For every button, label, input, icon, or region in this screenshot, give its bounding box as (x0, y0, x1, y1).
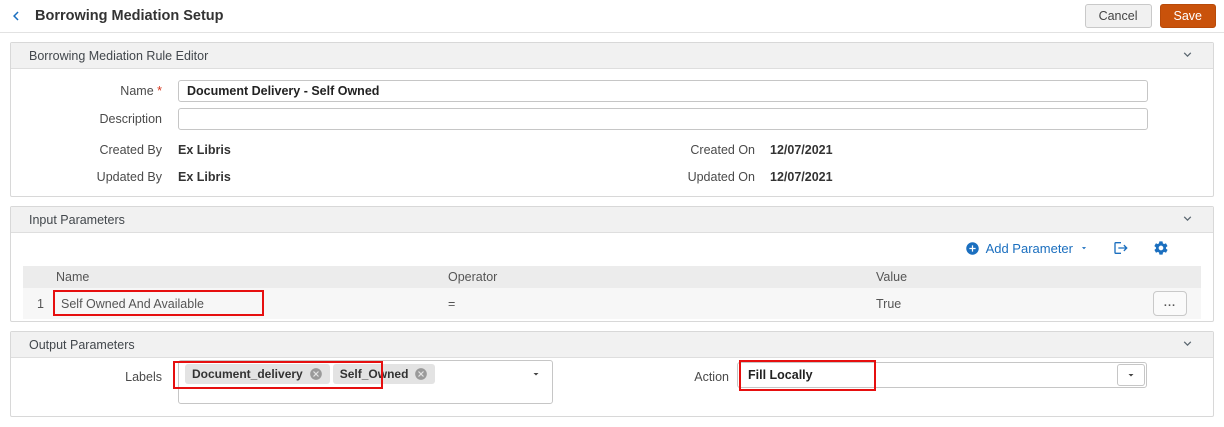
chevron-down-icon (1079, 243, 1089, 253)
column-header-actions (1139, 266, 1203, 288)
add-parameter-button[interactable]: Add Parameter (965, 241, 1089, 256)
description-row: Description (11, 108, 1213, 130)
labels-chip-row: Document_delivery Self_Owned (179, 361, 552, 386)
dropdown-caret-icon[interactable] (1117, 364, 1145, 386)
row-operator-value: = (448, 288, 876, 319)
table-header-row: Name Operator Value (23, 266, 1201, 288)
chevron-down-icon[interactable] (1180, 47, 1195, 65)
label-chip-text: Self_Owned (340, 367, 409, 381)
add-parameter-label: Add Parameter (986, 241, 1073, 256)
cancel-button[interactable]: Cancel (1085, 4, 1152, 28)
description-input[interactable] (178, 108, 1148, 130)
input-parameters-panel-header[interactable]: Input Parameters (11, 207, 1213, 233)
label-chip: Self_Owned (333, 364, 436, 384)
table-row: 1 Self Owned And Available = True ... (23, 288, 1201, 319)
created-by-label: Created By (11, 143, 178, 157)
chevron-down-icon[interactable] (1180, 211, 1195, 229)
page-title: Borrowing Mediation Setup (35, 8, 224, 24)
name-input[interactable] (178, 80, 1148, 102)
rule-editor-panel: Borrowing Mediation Rule Editor Name * D… (10, 42, 1214, 197)
rule-editor-panel-header[interactable]: Borrowing Mediation Rule Editor (11, 43, 1213, 69)
chip-remove-icon[interactable] (309, 367, 323, 381)
column-header-operator: Operator (448, 266, 876, 288)
labels-input-area[interactable] (179, 386, 552, 403)
chip-remove-icon[interactable] (414, 367, 428, 381)
rule-editor-panel-title: Borrowing Mediation Rule Editor (29, 49, 208, 63)
rule-editor-panel-body: Name * Description Created By Ex Libris … (11, 69, 1213, 196)
chevron-down-icon[interactable] (1180, 336, 1195, 354)
row-value: True (876, 288, 1139, 319)
output-parameters-panel-header[interactable]: Output Parameters (11, 332, 1213, 358)
output-parameters-panel: Output Parameters Labels Document_delive… (10, 331, 1214, 417)
add-icon (965, 241, 980, 256)
input-parameters-toolbar: Add Parameter (11, 233, 1213, 261)
updated-on-value: 12/07/2021 (770, 170, 833, 184)
input-parameters-panel: Input Parameters Add Parameter Name Oper… (10, 206, 1214, 322)
action-label: Action (553, 360, 737, 384)
name-row: Name * (11, 80, 1213, 102)
output-field: Document_delivery Self_Owned (178, 360, 1213, 404)
row-name-value: Self Owned And Available (61, 297, 204, 311)
top-bar-left: Borrowing Mediation Setup (6, 6, 224, 26)
output-row: Labels Document_delivery Self_Owned (11, 360, 1213, 404)
parameters-table: Name Operator Value 1 Self Owned And Ava… (23, 266, 1201, 319)
name-label-text: Name (120, 84, 153, 98)
updated-on-label: Updated On (678, 170, 755, 184)
dropdown-caret-icon[interactable] (530, 368, 542, 380)
updated-by-label: Updated By (11, 170, 178, 184)
output-parameters-panel-title: Output Parameters (29, 338, 135, 352)
label-chip: Document_delivery (185, 364, 330, 384)
labels-multiselect[interactable]: Document_delivery Self_Owned (178, 360, 553, 404)
row-name-cell: Self Owned And Available (56, 288, 448, 319)
save-button[interactable]: Save (1160, 4, 1217, 28)
created-field: Ex Libris Created On 12/07/2021 (178, 143, 1213, 157)
action-select[interactable]: Fill Locally (737, 362, 1147, 388)
export-icon[interactable] (1113, 240, 1129, 256)
column-header-value: Value (876, 266, 1139, 288)
labels-label: Labels (11, 360, 178, 404)
created-on-value: 12/07/2021 (770, 143, 833, 157)
created-by-value: Ex Libris (178, 143, 678, 157)
action-value: Fill Locally (738, 368, 1117, 382)
updated-row: Updated By Ex Libris Updated On 12/07/20… (11, 170, 1213, 184)
back-icon[interactable] (6, 6, 26, 26)
required-asterisk: * (157, 84, 162, 98)
updated-by-value: Ex Libris (178, 170, 678, 184)
header-index-spacer (23, 266, 56, 288)
column-header-name: Name (56, 266, 448, 288)
updated-field: Ex Libris Updated On 12/07/2021 (178, 170, 1213, 184)
row-actions-button[interactable]: ... (1153, 291, 1187, 316)
output-parameters-body: Labels Document_delivery Self_Owned (11, 358, 1213, 416)
created-on-label: Created On (678, 143, 755, 157)
description-label: Description (11, 112, 178, 126)
settings-icon[interactable] (1153, 240, 1169, 256)
label-chip-text: Document_delivery (192, 367, 303, 381)
name-label: Name * (11, 84, 178, 98)
top-bar-actions: Cancel Save (1085, 4, 1216, 28)
row-index: 1 (23, 288, 56, 319)
created-row: Created By Ex Libris Created On 12/07/20… (11, 143, 1213, 157)
top-bar: Borrowing Mediation Setup Cancel Save (0, 0, 1224, 33)
row-actions-cell: ... (1139, 288, 1203, 319)
input-parameters-panel-title: Input Parameters (29, 213, 125, 227)
